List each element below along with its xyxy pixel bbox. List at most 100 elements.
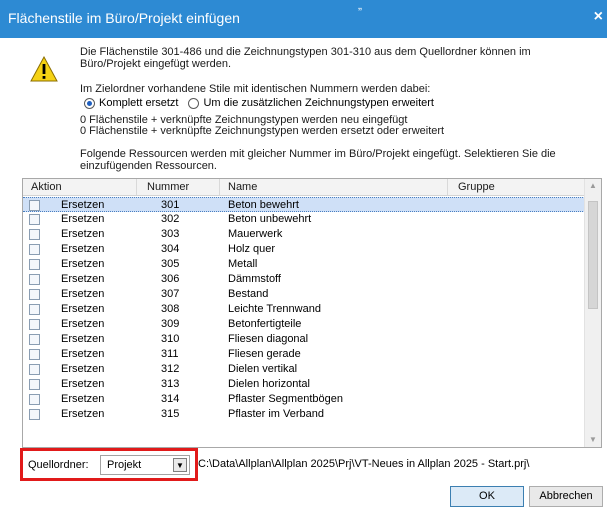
- row-checkbox[interactable]: [29, 274, 40, 285]
- row-number: 310: [161, 333, 180, 345]
- row-number: 312: [161, 363, 180, 375]
- row-checkbox[interactable]: [29, 214, 40, 225]
- window-title: Flächenstile im Büro/Projekt einfügen: [8, 10, 240, 26]
- radio-replace-label[interactable]: Komplett ersetzt: [99, 97, 178, 109]
- row-checkbox[interactable]: [29, 244, 40, 255]
- row-number: 313: [161, 378, 180, 390]
- row-action: Ersetzen: [61, 318, 105, 330]
- row-name: Fliesen diagonal: [228, 333, 309, 345]
- row-action: Ersetzen: [61, 258, 105, 270]
- row-name: Dielen horizontal: [228, 378, 310, 390]
- info-count-replaced: 0 Flächenstile + verknüpfte Zeichnungsty…: [80, 125, 445, 137]
- table-row[interactable]: Ersetzen 301 Beton bewehrt: [23, 197, 585, 212]
- row-action: Ersetzen: [61, 393, 105, 405]
- resources-table: Aktion Nummer Name Gruppe Ersetzen 301 Bet…: [22, 178, 602, 448]
- table-row[interactable]: Ersetzen 315 Pflaster im Verband: [23, 407, 585, 422]
- row-name: Holz quer: [228, 243, 276, 255]
- row-number: 308: [161, 303, 180, 315]
- row-number: 314: [161, 393, 180, 405]
- row-checkbox[interactable]: [29, 364, 40, 375]
- info-text-sources: Die Flächenstile 301-486 und die Zeichnu…: [80, 46, 531, 70]
- annotation-highlight-frame: [20, 448, 198, 481]
- table-row[interactable]: Ersetzen 308 Leichte Trennwand: [23, 302, 585, 317]
- row-number: 315: [161, 408, 180, 420]
- table-row[interactable]: Ersetzen 304 Holz quer: [23, 242, 585, 257]
- table-row[interactable]: Ersetzen 314 Pflaster Segmentbögen: [23, 392, 585, 407]
- row-action: Ersetzen: [61, 243, 105, 255]
- dialog-body: Die Flächenstile 301-486 und die Zeichnu…: [0, 38, 607, 513]
- table-row[interactable]: Ersetzen 312 Dielen vertikal: [23, 362, 585, 377]
- close-icon[interactable]: ×: [594, 8, 603, 26]
- row-number: 309: [161, 318, 180, 330]
- table-header: Aktion Nummer Name Gruppe: [23, 179, 585, 196]
- row-number: 302: [161, 213, 180, 225]
- info-resources: Folgende Ressourcen werden mit gleicher …: [80, 148, 556, 172]
- vertical-scrollbar[interactable]: ▲ ▼: [584, 179, 601, 447]
- row-checkbox[interactable]: [29, 319, 40, 330]
- row-checkbox[interactable]: [29, 409, 40, 420]
- row-action: Ersetzen: [61, 348, 105, 360]
- row-checkbox[interactable]: [29, 304, 40, 315]
- row-checkbox[interactable]: [29, 379, 40, 390]
- row-name: Mauerwerk: [228, 228, 283, 240]
- cancel-button[interactable]: Abbrechen: [529, 486, 603, 507]
- row-number: 304: [161, 243, 180, 255]
- row-checkbox[interactable]: [29, 394, 40, 405]
- ok-button[interactable]: OK: [450, 486, 524, 507]
- row-number: 307: [161, 288, 180, 300]
- scroll-up-icon[interactable]: ▲: [589, 181, 597, 190]
- row-checkbox[interactable]: [29, 349, 40, 360]
- table-row[interactable]: Ersetzen 302 Beton unbewehrt: [23, 212, 585, 227]
- title-glyph: „: [358, 0, 362, 12]
- row-name: Bestand: [228, 288, 269, 300]
- row-action: Ersetzen: [61, 303, 105, 315]
- scroll-thumb[interactable]: [588, 201, 598, 309]
- row-name: Leichte Trennwand: [228, 303, 321, 315]
- row-checkbox[interactable]: [29, 289, 40, 300]
- row-action: Ersetzen: [61, 333, 105, 345]
- header-action[interactable]: Aktion: [31, 181, 62, 193]
- info-text-existing: Im Zielordner vorhandene Stile mit ident…: [80, 83, 431, 95]
- header-group[interactable]: Gruppe: [458, 181, 495, 193]
- warning-icon: [30, 56, 58, 82]
- row-checkbox[interactable]: [29, 200, 40, 211]
- row-action: Ersetzen: [61, 408, 105, 420]
- radio-extend[interactable]: [188, 97, 200, 109]
- radio-extend-label[interactable]: Um die zusätzlichen Zeichnungstypen erwe…: [203, 97, 434, 109]
- row-number: 311: [161, 348, 179, 360]
- title-bar: Flächenstile im Büro/Projekt einfügen „ …: [0, 0, 607, 38]
- row-action: Ersetzen: [61, 288, 105, 300]
- row-checkbox[interactable]: [29, 229, 40, 240]
- radio-replace-completely[interactable]: [84, 97, 95, 109]
- row-name: Betonfertigteile: [228, 318, 302, 330]
- table-row[interactable]: Ersetzen 309 Betonfertigteile: [23, 317, 585, 332]
- table-row[interactable]: Ersetzen 305 Metall: [23, 257, 585, 272]
- row-action: Ersetzen: [61, 213, 105, 225]
- header-name[interactable]: Name: [228, 181, 257, 193]
- table-row[interactable]: Ersetzen 310 Fliesen diagonal: [23, 332, 585, 347]
- row-checkbox[interactable]: [29, 259, 40, 270]
- row-number: 306: [161, 273, 180, 285]
- row-name: Beton bewehrt: [228, 199, 299, 211]
- row-action: Ersetzen: [61, 363, 105, 375]
- table-row[interactable]: Ersetzen 311 Fliesen gerade: [23, 347, 585, 362]
- row-name: Beton unbewehrt: [228, 213, 312, 225]
- row-action: Ersetzen: [61, 378, 105, 390]
- row-checkbox[interactable]: [29, 334, 40, 345]
- table-row[interactable]: Ersetzen 303 Mauerwerk: [23, 227, 585, 242]
- row-name: Dämmstoff: [228, 273, 281, 285]
- row-name: Metall: [228, 258, 258, 270]
- table-row[interactable]: Ersetzen 307 Bestand: [23, 287, 585, 302]
- scroll-down-icon[interactable]: ▼: [589, 435, 597, 444]
- row-action: Ersetzen: [61, 199, 105, 211]
- row-action: Ersetzen: [61, 273, 105, 285]
- row-number: 305: [161, 258, 180, 270]
- row-number: 301: [161, 199, 180, 211]
- row-number: 303: [161, 228, 180, 240]
- row-name: Fliesen gerade: [228, 348, 301, 360]
- row-name: Dielen vertikal: [228, 363, 298, 375]
- header-number[interactable]: Nummer: [147, 181, 189, 193]
- table-row[interactable]: Ersetzen 306 Dämmstoff: [23, 272, 585, 287]
- row-name: Pflaster Segmentbögen: [228, 393, 343, 405]
- table-row[interactable]: Ersetzen 313 Dielen horizontal: [23, 377, 585, 392]
